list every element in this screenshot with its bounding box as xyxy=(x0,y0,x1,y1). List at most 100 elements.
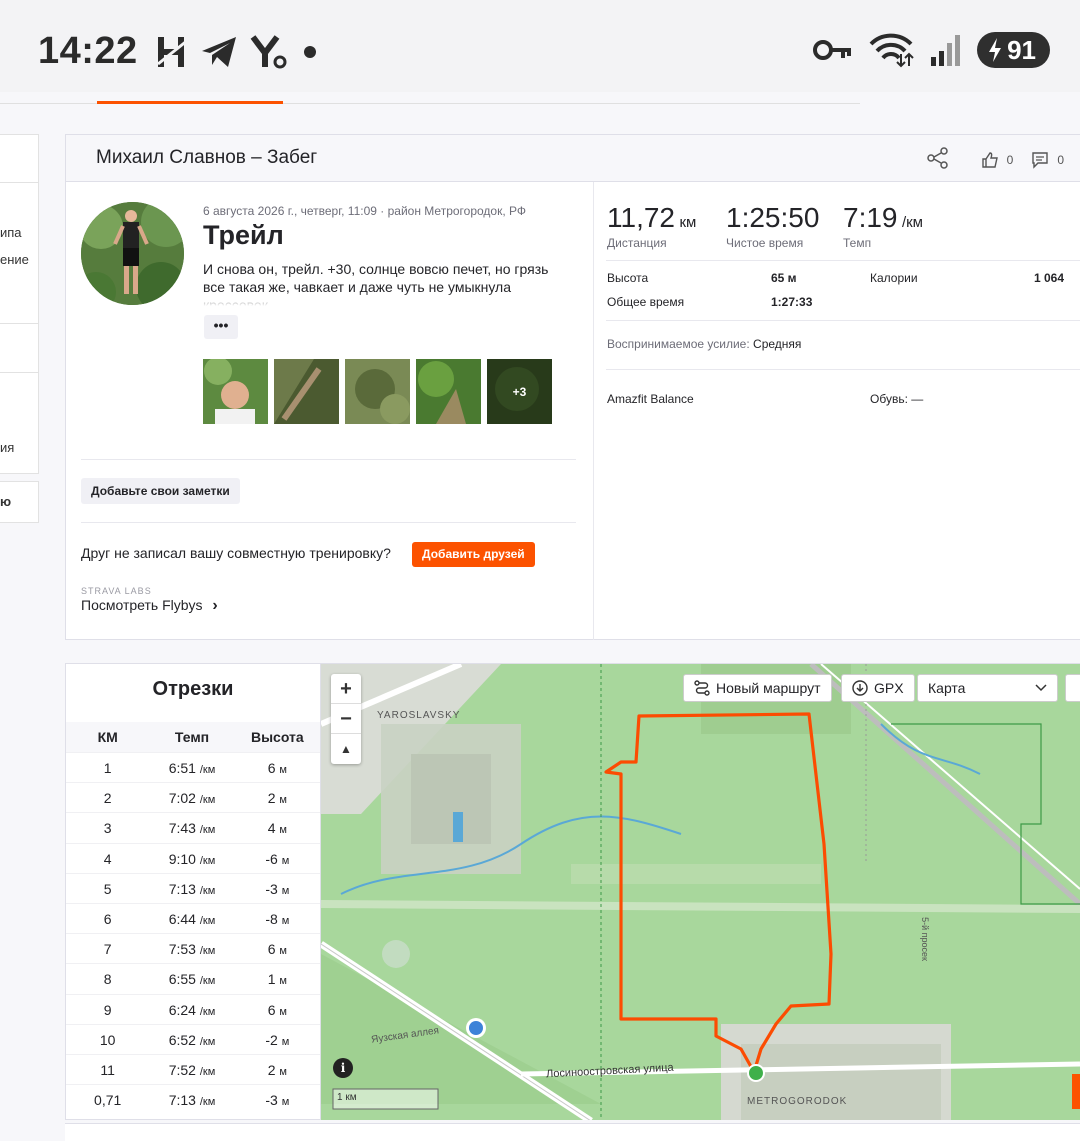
elapsed-label: Общее время xyxy=(607,295,685,309)
sidebar-item: ю xyxy=(0,494,12,509)
elevation-label: Высота xyxy=(607,271,649,285)
stat-distance: 11,72 км Дистанция xyxy=(607,202,696,250)
split-elevation-unit: м xyxy=(281,854,290,867)
route-map[interactable]: i + − ▲ Новый маршрут GPX Карта YAROSLAV… xyxy=(321,663,1080,1120)
distance-unit: км xyxy=(679,214,697,231)
sidebar: ипа ение ия xyxy=(0,134,39,474)
gpx-download-button[interactable]: GPX xyxy=(841,674,915,702)
activity-description: И снова он, трейл. +30, солнце вовсю печ… xyxy=(203,260,573,306)
route-icon xyxy=(694,680,710,696)
friend-prompt: Друг не записал вашу совместную трениров… xyxy=(81,545,391,561)
split-elevation-value: 2 xyxy=(267,790,276,807)
chevron-down-icon xyxy=(1035,684,1047,692)
split-pace-unit: /км xyxy=(199,1065,216,1078)
photo-thumbnail[interactable] xyxy=(345,359,410,424)
moving-time-label: Чистое время xyxy=(726,236,804,250)
split-elevation-unit: м xyxy=(279,1065,287,1078)
photo-thumbnail[interactable] xyxy=(274,359,339,424)
split-elevation-value: 6 xyxy=(267,1001,276,1018)
split-elevation-value: -6 xyxy=(265,850,278,867)
activity-card: Михаил Славнов – Забег 0 0 6 августа 202… xyxy=(65,134,1080,640)
zoom-in-button[interactable]: + xyxy=(331,674,361,704)
split-km: 3 xyxy=(103,820,112,837)
compass-button[interactable]: ▲ xyxy=(331,734,361,764)
perceived-effort: Воспринимаемое усилие: Средняя xyxy=(607,337,801,351)
split-pace-unit: /км xyxy=(199,884,216,897)
system-icons: 91 xyxy=(813,32,1050,68)
split-elevation-value: 6 xyxy=(267,760,276,776)
new-route-button[interactable]: Новый маршрут xyxy=(683,674,832,702)
split-km: 11 xyxy=(100,1061,115,1078)
charging-icon xyxy=(989,38,1002,62)
sidebar-item[interactable]: ипа xyxy=(0,225,22,240)
split-km: 8 xyxy=(103,971,112,988)
split-pace: 7:13 /км xyxy=(149,874,234,903)
split-km: 2 xyxy=(103,790,112,807)
split-elevation: -3 м xyxy=(235,1085,320,1114)
activity-header: Михаил Славнов – Забег 0 0 xyxy=(66,135,1080,182)
split-pace-unit: /км xyxy=(199,854,216,867)
header-pace: Темп xyxy=(174,729,210,745)
splits-table: Отрезки КМ Темп Высота 1 6:51 /км 6 м 2 7:02… xyxy=(65,663,321,1120)
split-km: 6 xyxy=(103,910,112,927)
device-name: Amazfit Balance xyxy=(607,392,694,406)
split-elevation-unit: м xyxy=(279,764,287,776)
expand-description-button[interactable]: ••• xyxy=(204,315,238,339)
zoom-out-button[interactable]: − xyxy=(331,704,361,734)
photo-thumbnail[interactable] xyxy=(416,359,481,424)
sidebar-button[interactable]: ю xyxy=(0,481,39,523)
dot-icon xyxy=(304,46,316,58)
split-km: 5 xyxy=(103,880,112,897)
activity-title: Михаил Славнов – Забег xyxy=(96,147,318,168)
activity-stats: 11,72 км Дистанция 1:25:50 Чистое время … xyxy=(594,182,1080,640)
split-pace-value: 7:43 xyxy=(168,820,196,837)
photo-thumbnail[interactable] xyxy=(203,359,268,424)
notification-icons xyxy=(158,34,320,70)
calories-label: Калории xyxy=(870,271,918,285)
splits-header: КМ Темп Высота xyxy=(66,722,320,752)
shoes-value: — xyxy=(911,392,924,406)
add-notes-button[interactable]: Добавьте свои заметки xyxy=(81,478,240,504)
split-pace-unit: /км xyxy=(199,975,216,988)
add-friends-button[interactable]: Добавить друзей xyxy=(412,542,535,567)
comments-button[interactable]: 0 xyxy=(1031,151,1064,169)
sidebar-item[interactable]: ия xyxy=(0,440,14,455)
signal-icon xyxy=(931,35,961,66)
share-button[interactable] xyxy=(926,147,949,172)
battery-level: 91 xyxy=(1007,34,1036,65)
table-row: 5 7:13 /км -3 м xyxy=(66,872,320,903)
split-pace-value: 9:10 xyxy=(168,850,196,867)
split-pace-value: 6:51 xyxy=(168,760,196,776)
split-elevation-value: 2 xyxy=(267,1061,276,1078)
map-canvas: i xyxy=(321,664,1080,1120)
split-elevation: -6 м xyxy=(235,844,320,873)
photo-thumbnail-more[interactable]: +3 xyxy=(487,359,552,424)
split-elevation: -2 м xyxy=(235,1025,320,1054)
effort-value: Средняя xyxy=(753,337,802,351)
split-elevation-value: -3 xyxy=(265,1092,278,1109)
pace-label: Темп xyxy=(843,236,872,250)
map-label-yaroslavsky: YAROSLAVSKY xyxy=(377,710,461,721)
split-pace: 9:10 /км xyxy=(149,844,234,873)
elevation-value: 65 м xyxy=(771,271,797,285)
split-pace: 7:53 /км xyxy=(149,934,234,963)
split-elevation: 2 м xyxy=(235,783,320,812)
split-pace: 6:44 /км xyxy=(149,904,234,933)
sidebar-item[interactable]: ение xyxy=(0,252,29,267)
stat-moving-time: 1:25:50 Чистое время xyxy=(726,202,819,250)
split-pace-value: 6:52 xyxy=(168,1031,196,1048)
athlete-avatar[interactable] xyxy=(81,202,184,305)
pace-value: 7:19 xyxy=(843,202,898,233)
fullscreen-button[interactable] xyxy=(1065,674,1080,702)
split-pace-value: 7:53 xyxy=(168,941,196,958)
activity-name: Трейл xyxy=(203,220,284,250)
shoes-label: Обувь: xyxy=(870,392,908,406)
split-pace: 7:02 /км xyxy=(149,783,234,812)
zoom-controls: + − ▲ xyxy=(331,674,361,764)
strava-labs-label: STRAVA LABS xyxy=(81,586,152,596)
kudos-button[interactable]: 0 xyxy=(981,151,1013,169)
split-pace-unit: /км xyxy=(199,1035,216,1048)
map-type-select[interactable]: Карта xyxy=(917,674,1058,702)
split-elevation-value: 1 xyxy=(267,971,276,988)
flybys-link[interactable]: Посмотреть Flybys › xyxy=(81,597,218,615)
